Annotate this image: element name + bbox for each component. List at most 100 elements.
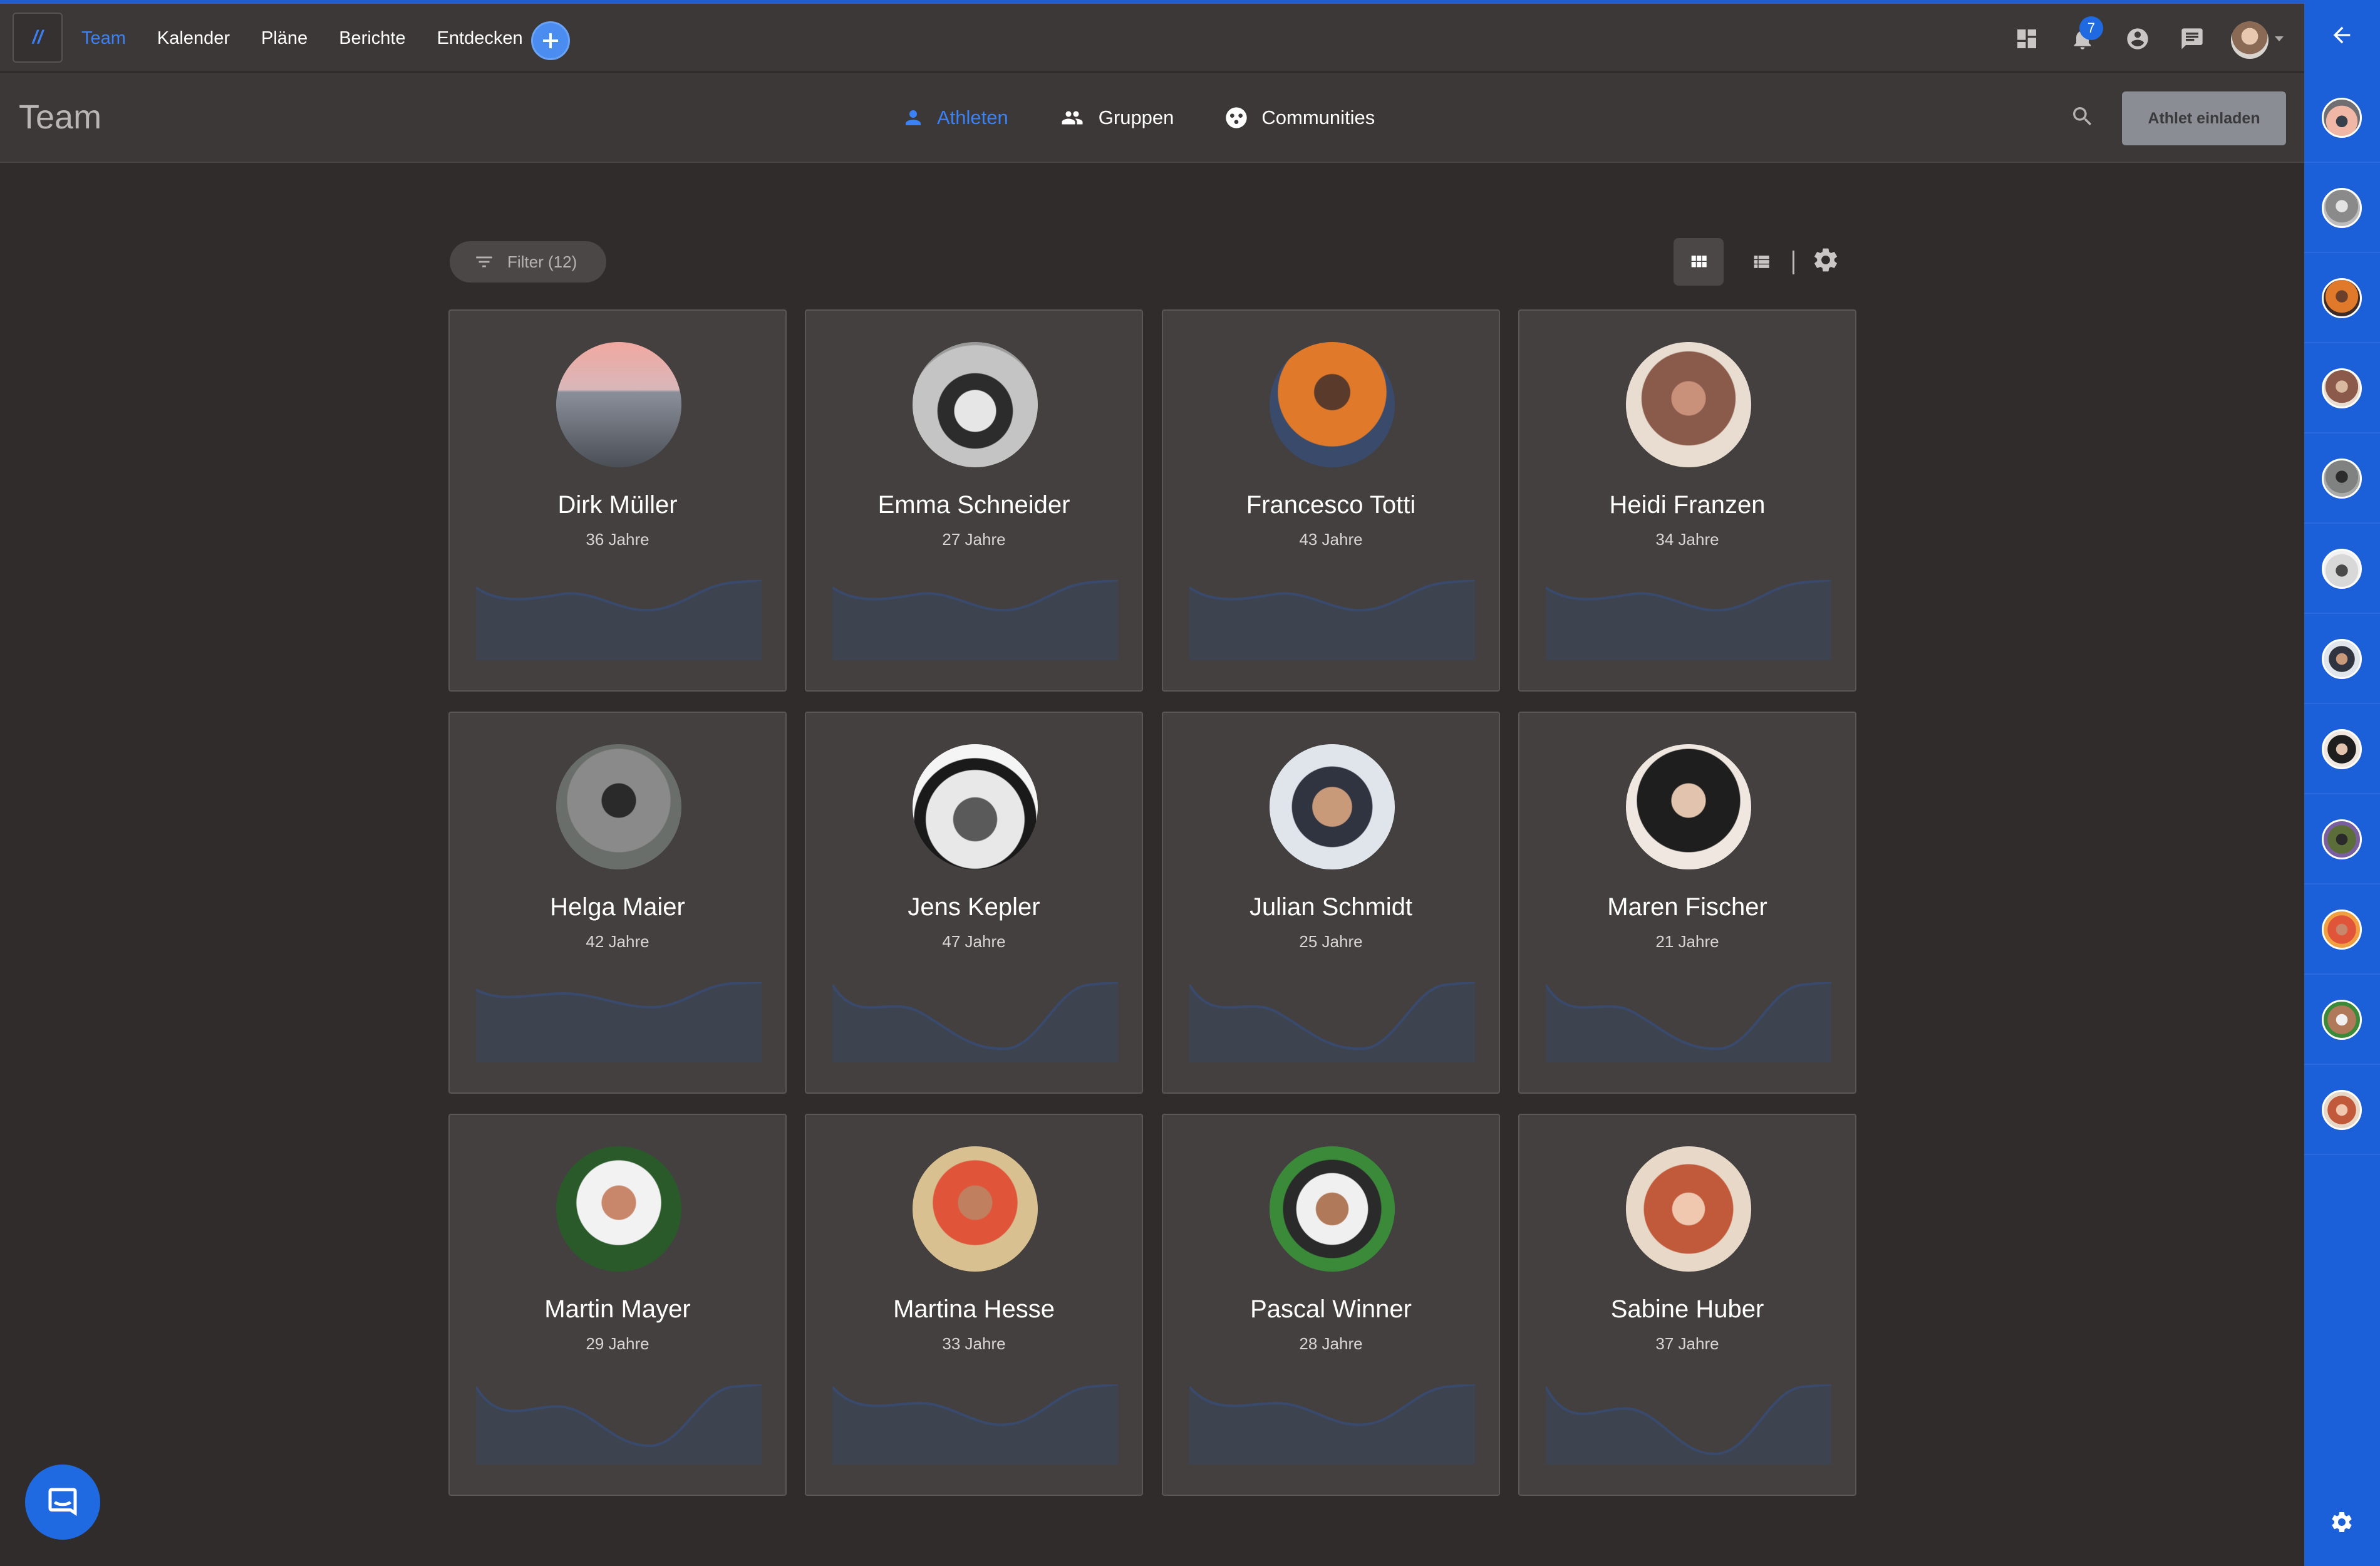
back-arrow-icon[interactable] — [2329, 23, 2354, 48]
avatar — [2322, 639, 2362, 679]
activity-sparkline — [1546, 1384, 1831, 1465]
athlete-card[interactable]: Heidi Franzen 34 Jahre — [1518, 309, 1856, 692]
avatar — [2322, 278, 2362, 318]
athlete-name: Emma Schneider — [877, 491, 1070, 519]
add-button[interactable] — [531, 21, 570, 60]
athlete-name: Martina Hesse — [893, 1295, 1055, 1323]
nav-plaene[interactable]: Pläne — [261, 28, 308, 49]
filter-icon — [476, 256, 492, 267]
sidebar-athlete-item[interactable] — [2304, 343, 2380, 433]
chevron-down-icon[interactable] — [2275, 36, 2284, 41]
athlete-age: 27 Jahre — [942, 530, 1006, 549]
notification-badge: 7 — [2079, 16, 2103, 40]
avatar — [1626, 744, 1751, 869]
athlete-sidebar — [2304, 0, 2380, 1566]
sidebar-athlete-item[interactable] — [2304, 163, 2380, 253]
activity-sparkline — [476, 982, 762, 1062]
dashboard-icon[interactable] — [2014, 26, 2039, 51]
avatar — [1270, 1146, 1395, 1272]
sidebar-athlete-item[interactable] — [2304, 1065, 2380, 1155]
page-title: Team — [19, 98, 102, 136]
activity-sparkline — [1189, 580, 1475, 660]
tab-gruppen[interactable]: Gruppen — [1058, 106, 1174, 129]
athlete-card[interactable]: Pascal Winner 28 Jahre — [1162, 1114, 1500, 1496]
athlete-card[interactable]: Francesco Totti 43 Jahre — [1162, 309, 1500, 692]
activity-sparkline — [1546, 982, 1831, 1062]
avatar — [2322, 910, 2362, 950]
sidebar-athlete-item[interactable] — [2304, 884, 2380, 975]
athlete-card[interactable]: Sabine Huber 37 Jahre — [1518, 1114, 1856, 1496]
tab-athleten[interactable]: Athleten — [902, 106, 1008, 129]
filter-button[interactable]: Filter (12) — [450, 241, 606, 283]
account-icon[interactable] — [2125, 26, 2150, 51]
chat-launcher-button[interactable] — [25, 1465, 100, 1540]
list-view-button[interactable] — [1736, 238, 1786, 286]
chat-icon — [48, 1488, 77, 1517]
grid-icon — [1691, 256, 1707, 267]
athlete-card[interactable]: Emma Schneider 27 Jahre — [805, 309, 1143, 692]
sidebar-athlete-item[interactable] — [2304, 433, 2380, 524]
sidebar-athlete-item[interactable] — [2304, 73, 2380, 163]
tab-gruppen-label: Gruppen — [1098, 106, 1174, 128]
avatar — [2322, 549, 2362, 589]
nav-team[interactable]: Team — [81, 28, 126, 49]
activity-sparkline — [832, 580, 1118, 660]
athlete-age: 28 Jahre — [1299, 1334, 1363, 1353]
avatar — [556, 1146, 681, 1272]
athlete-age: 42 Jahre — [586, 932, 649, 951]
sidebar-athlete-item[interactable] — [2304, 975, 2380, 1065]
athlete-name: Pascal Winner — [1250, 1295, 1412, 1323]
athlete-age: 37 Jahre — [1655, 1334, 1719, 1353]
sidebar-athlete-item[interactable] — [2304, 794, 2380, 884]
athlete-name: Sabine Huber — [1610, 1295, 1764, 1323]
avatar — [1270, 342, 1395, 467]
avatar — [2322, 1090, 2362, 1130]
avatar — [913, 744, 1038, 869]
messages-icon[interactable] — [2180, 26, 2205, 51]
athlete-age: 43 Jahre — [1299, 530, 1363, 549]
avatar — [1626, 342, 1751, 467]
athlete-name: Julian Schmidt — [1249, 893, 1413, 921]
user-avatar[interactable] — [2231, 21, 2269, 59]
sidebar-athlete-item[interactable] — [2304, 524, 2380, 614]
plus-icon — [543, 33, 558, 48]
athlete-name: Jens Kepler — [908, 893, 1040, 921]
athlete-age: 34 Jahre — [1655, 530, 1719, 549]
avatar — [1626, 1146, 1751, 1272]
nav-kalender[interactable]: Kalender — [157, 28, 230, 49]
avatar — [2322, 729, 2362, 769]
app-logo[interactable]: // — [13, 13, 63, 63]
athlete-card[interactable]: Maren Fischer 21 Jahre — [1518, 712, 1856, 1094]
tab-communities-label: Communities — [1261, 106, 1375, 128]
sidebar-athlete-item[interactable] — [2304, 253, 2380, 343]
avatar — [913, 1146, 1038, 1272]
settings-icon[interactable] — [2329, 1510, 2354, 1535]
sidebar-athlete-item[interactable] — [2304, 614, 2380, 704]
sidebar-athlete-item[interactable] — [2304, 704, 2380, 794]
athlete-card[interactable]: Dirk Müller 36 Jahre — [448, 309, 787, 692]
filter-label: Filter (12) — [507, 252, 577, 271]
athlete-name: Helga Maier — [550, 893, 685, 921]
athlete-name: Francesco Totti — [1246, 491, 1416, 519]
athlete-name: Maren Fischer — [1607, 893, 1767, 921]
tab-communities[interactable]: Communities — [1224, 105, 1375, 130]
avatar — [913, 342, 1038, 467]
athlete-card[interactable]: Helga Maier 42 Jahre — [448, 712, 787, 1094]
athlete-card[interactable]: Martina Hesse 33 Jahre — [805, 1114, 1143, 1496]
activity-sparkline — [1189, 982, 1475, 1062]
nav-berichte[interactable]: Berichte — [339, 28, 405, 49]
athlete-card[interactable]: Martin Mayer 29 Jahre — [448, 1114, 787, 1496]
activity-sparkline — [476, 1384, 762, 1465]
list-icon — [1754, 256, 1769, 268]
athlete-age: 29 Jahre — [586, 1334, 649, 1353]
view-settings-button[interactable] — [1811, 246, 1840, 277]
community-icon — [1226, 107, 1248, 128]
grid-view-button[interactable] — [1674, 238, 1724, 286]
invite-athlete-button[interactable]: Athlet einladen — [2122, 91, 2286, 145]
nav-entdecken[interactable]: Entdecken — [437, 28, 523, 49]
athlete-card[interactable]: Julian Schmidt 25 Jahre — [1162, 712, 1500, 1094]
athlete-card[interactable]: Jens Kepler 47 Jahre — [805, 712, 1143, 1094]
athlete-name: Martin Mayer — [544, 1295, 691, 1323]
group-icon — [1062, 111, 1083, 125]
search-button[interactable] — [2070, 104, 2095, 132]
